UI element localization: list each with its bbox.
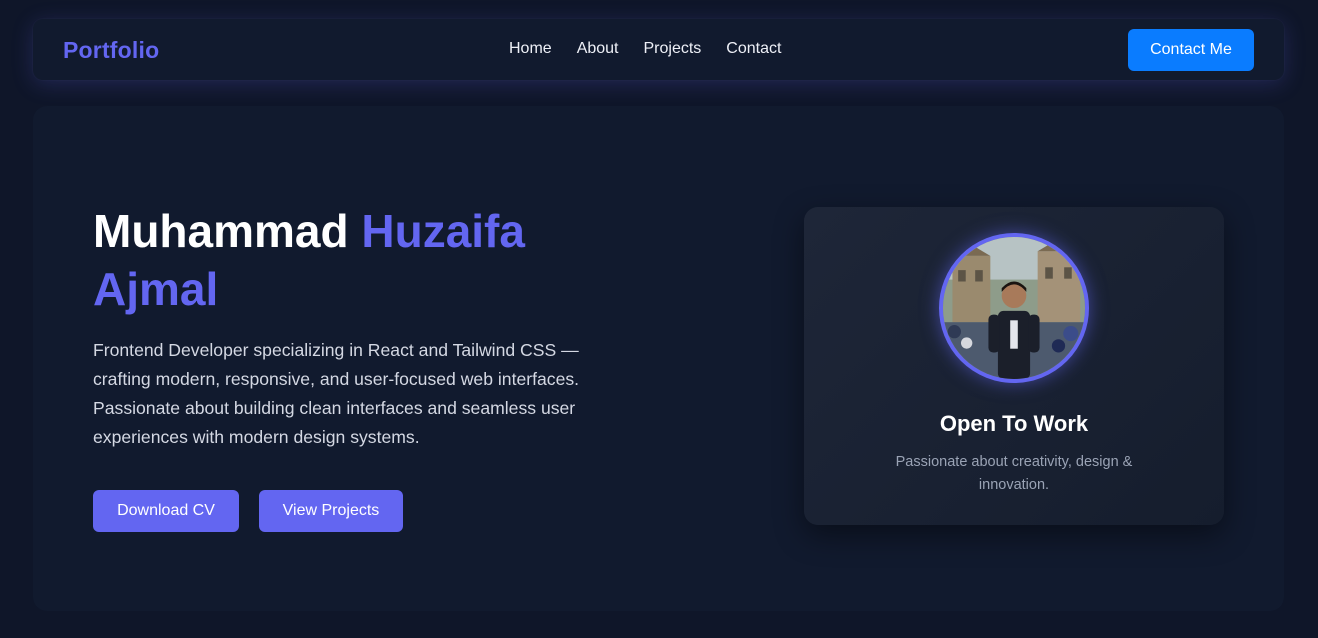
nav-link-projects[interactable]: Projects xyxy=(644,40,702,58)
navbar: Portfolio Home About Projects Contact Co… xyxy=(33,19,1284,80)
profile-photo xyxy=(943,237,1085,379)
nav-link-home[interactable]: Home xyxy=(509,40,552,58)
brand-logo[interactable]: Portfolio xyxy=(63,37,159,64)
contact-me-button[interactable]: Contact Me xyxy=(1128,29,1254,71)
view-projects-button[interactable]: View Projects xyxy=(259,490,403,532)
open-to-work-subtitle: Passionate about creativity, design & in… xyxy=(895,454,1133,493)
hero-title: Muhammad Huzaifa Ajmal xyxy=(93,202,653,318)
profile-card: Open To Work Passionate about creativity… xyxy=(804,207,1224,525)
hero-section: Muhammad Huzaifa Ajmal Frontend Develope… xyxy=(33,106,1284,611)
nav-links: Home About Projects Contact xyxy=(509,40,781,58)
nav-link-about[interactable]: About xyxy=(577,40,619,58)
hero-description: Frontend Developer specializing in React… xyxy=(93,340,580,447)
download-cv-button[interactable]: Download CV xyxy=(93,490,239,532)
open-to-work-title: Open To Work xyxy=(939,411,1089,436)
nav-link-contact[interactable]: Contact xyxy=(726,40,781,58)
hero-name-first: Muhammad xyxy=(93,205,362,257)
avatar xyxy=(939,233,1089,383)
